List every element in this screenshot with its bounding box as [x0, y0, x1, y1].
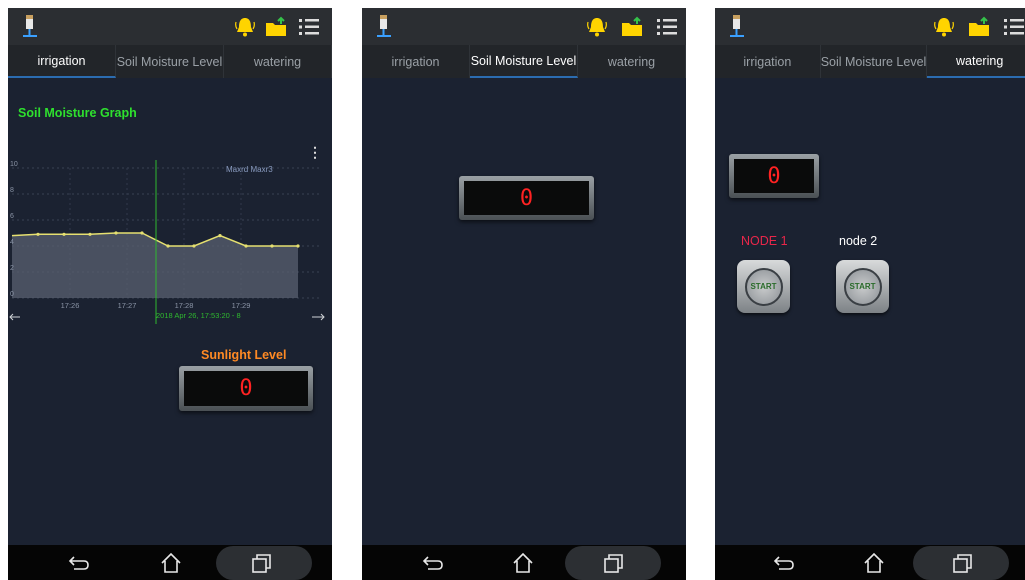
back-icon[interactable]	[66, 551, 92, 575]
y-tick-label: 8	[10, 187, 14, 194]
status-bar	[715, 8, 1025, 45]
main-content: Soil Moisture Graph ⋮ 10 8 6 4 2 0 17:26 17:27…	[8, 78, 332, 545]
scroll-right-arrow[interactable]	[312, 313, 325, 321]
data-point	[296, 244, 300, 248]
tab-irrigation[interactable]: irrigation	[715, 45, 821, 78]
nav-bar	[715, 545, 1025, 580]
data-point	[192, 244, 196, 248]
app-icon[interactable]	[20, 14, 40, 38]
home-icon[interactable]	[510, 551, 536, 575]
bell-icon[interactable]	[234, 16, 256, 38]
bell-icon[interactable]	[933, 16, 955, 38]
graph-title: Soil Moisture Graph	[18, 106, 137, 120]
app-icon[interactable]	[727, 14, 747, 38]
status-bar	[8, 8, 332, 45]
tab-soil-moisture-level[interactable]: Soil Moisture Level	[116, 45, 224, 78]
node1-label: NODE 1	[741, 234, 788, 248]
soil-moisture-value: 0	[464, 181, 589, 215]
data-point	[140, 231, 144, 235]
tab-soil-moisture-level[interactable]: Soil Moisture Level	[821, 45, 928, 78]
data-point	[270, 244, 274, 248]
data-point	[114, 231, 118, 235]
sunlight-display: 0	[179, 366, 313, 411]
data-point	[36, 232, 40, 236]
start-label: START	[843, 267, 882, 306]
nav-bar	[8, 545, 332, 580]
tab-watering[interactable]: watering	[224, 45, 332, 78]
data-point	[62, 232, 66, 236]
watering-value: 0	[734, 159, 814, 193]
tab-irrigation[interactable]: irrigation	[362, 45, 470, 78]
bell-icon[interactable]	[586, 16, 608, 38]
y-tick-label: 6	[10, 213, 14, 220]
scroll-left-arrow[interactable]	[9, 313, 20, 321]
back-icon[interactable]	[420, 551, 446, 575]
node2-start-button[interactable]: START	[836, 260, 889, 313]
node1-start-button[interactable]: START	[737, 260, 790, 313]
back-icon[interactable]	[771, 551, 797, 575]
home-icon[interactable]	[158, 551, 184, 575]
y-tick-label: 2	[10, 265, 14, 272]
screen-watering: irrigation Soil Moisture Level watering …	[715, 8, 1025, 580]
watering-display: 0	[729, 154, 819, 198]
menu-icon[interactable]	[298, 17, 320, 37]
sunlight-value: 0	[184, 371, 308, 406]
cursor-label: 2018 Apr 26, 17:53:20 - 8	[156, 311, 241, 320]
folder-icon[interactable]	[967, 16, 991, 38]
status-bar	[362, 8, 686, 45]
recent-apps-icon[interactable]	[600, 551, 626, 575]
app-icon[interactable]	[374, 14, 394, 38]
tab-bar: irrigation Soil Moisture Level watering	[8, 45, 332, 78]
tab-watering[interactable]: watering	[578, 45, 686, 78]
menu-icon[interactable]	[1003, 17, 1025, 37]
tab-bar: irrigation Soil Moisture Level watering	[715, 45, 1025, 78]
y-tick-label: 4	[10, 239, 14, 246]
x-tick-label: 17:26	[61, 301, 80, 310]
nav-bar	[362, 545, 686, 580]
main-content: 0	[362, 78, 686, 545]
screen-soil-moisture-level: irrigation Soil Moisture Level watering …	[362, 8, 686, 580]
folder-icon[interactable]	[620, 16, 644, 38]
tab-irrigation[interactable]: irrigation	[8, 45, 116, 78]
menu-icon[interactable]	[656, 17, 678, 37]
tab-watering[interactable]: watering	[927, 45, 1025, 78]
data-point	[88, 232, 92, 236]
start-label: START	[744, 267, 783, 306]
x-tick-label: 17:28	[175, 301, 194, 310]
series-area	[12, 233, 298, 298]
chart-legend: Maxrd Maxr3	[226, 165, 273, 174]
x-tick-label: 17:27	[118, 301, 137, 310]
folder-icon[interactable]	[264, 16, 288, 38]
tab-soil-moisture-level[interactable]: Soil Moisture Level	[470, 45, 578, 78]
home-icon[interactable]	[861, 551, 887, 575]
tab-bar: irrigation Soil Moisture Level watering	[362, 45, 686, 78]
soil-moisture-chart[interactable]: 10 8 6 4 2 0 17:26 17:27 17:28 17:29 Maxrd Maxr3…	[8, 158, 332, 326]
data-point	[244, 244, 248, 248]
x-tick-label: 17:29	[232, 301, 251, 310]
data-point	[218, 234, 222, 238]
recent-apps-icon[interactable]	[248, 551, 274, 575]
node2-label: node 2	[839, 234, 878, 248]
sunlight-level-label: Sunlight Level	[201, 348, 287, 362]
y-tick-label: 0	[10, 291, 14, 298]
data-point	[166, 244, 170, 248]
soil-moisture-display: 0	[459, 176, 594, 220]
recent-apps-icon[interactable]	[949, 551, 975, 575]
main-content: 0 NODE 1 node 2 START START	[715, 78, 1025, 545]
y-tick-label: 10	[10, 161, 18, 168]
screen-irrigation: irrigation Soil Moisture Level watering …	[8, 8, 332, 580]
